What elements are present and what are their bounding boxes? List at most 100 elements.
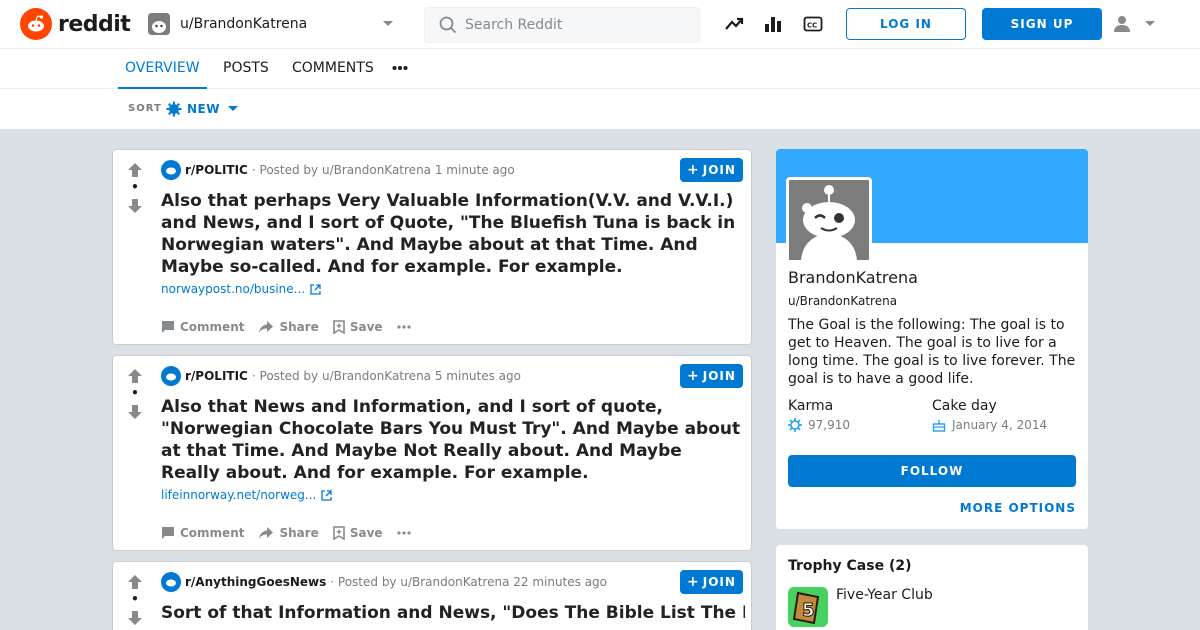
leaderboard-icon[interactable] — [763, 14, 783, 34]
karma-value-row: 97,910 — [788, 418, 850, 432]
share-label: Share — [279, 526, 319, 540]
sort-bar: SORT NEW — [0, 89, 1200, 129]
post-link-text: lifeinnorway.net/norweg... — [161, 488, 317, 502]
more-options-icon[interactable] — [396, 531, 411, 535]
share-label: Share — [279, 320, 319, 334]
snoo-avatar-icon — [789, 180, 869, 260]
more-options-button[interactable]: MORE OPTIONS — [960, 501, 1076, 515]
post-meta: r/POLITIC · Posted by u/BrandonKatrena 5… — [161, 366, 521, 386]
cake-day-stat: Cake day January 4, 2014 — [932, 398, 1047, 432]
upvote-icon[interactable] — [127, 162, 143, 178]
login-button[interactable]: LOG IN — [846, 8, 966, 40]
post-card[interactable]: • r/POLITIC · Posted by u/BrandonKatrena… — [112, 355, 752, 551]
chevron-down-icon — [1145, 21, 1155, 26]
subreddit-icon[interactable] — [161, 366, 181, 386]
post-meta-text: · Posted by u/BrandonKatrena 5 minutes a… — [251, 369, 521, 383]
post-title[interactable]: Sort of that Information and News, "Does… — [161, 602, 745, 624]
reddit-alien-icon — [20, 8, 52, 40]
signup-button[interactable]: SIGN UP — [982, 8, 1102, 40]
karma-stat: Karma 97,910 — [788, 398, 850, 432]
post-title[interactable]: Also that perhaps Very Valuable Informat… — [161, 190, 745, 278]
reddit-logo[interactable]: reddit — [20, 8, 131, 40]
join-label: JOIN — [702, 163, 736, 177]
search-box[interactable] — [424, 7, 700, 43]
join-button[interactable]: + JOIN — [680, 364, 743, 388]
post-meta-text: · Posted by u/BrandonKatrena 22 minutes … — [330, 575, 608, 589]
vote-score: • — [131, 592, 139, 606]
plus-icon: + — [687, 368, 700, 384]
karma-value: 97,910 — [808, 418, 850, 432]
user-menu-button[interactable] — [1112, 12, 1162, 36]
top-header: reddit u/BrandonKatrena CC LOG IN SIGN U… — [0, 0, 1200, 49]
subreddit-link[interactable]: r/AnythingGoesNews — [185, 575, 326, 589]
chevron-down-icon — [227, 106, 238, 111]
profile-username: u/BrandonKatrena — [788, 294, 898, 308]
trending-icon[interactable] — [724, 14, 744, 34]
post-link[interactable]: lifeinnorway.net/norweg... — [161, 488, 332, 502]
join-button[interactable]: + JOIN — [680, 158, 743, 182]
logo-text: reddit — [58, 11, 131, 37]
comment-label: Comment — [180, 526, 245, 540]
downvote-icon[interactable] — [127, 198, 143, 214]
comment-button[interactable]: Comment — [161, 526, 244, 540]
closed-captions-icon[interactable]: CC — [803, 14, 823, 34]
sort-dropdown[interactable]: NEW — [166, 101, 238, 117]
comment-button[interactable]: Comment — [161, 320, 244, 334]
post-meta: r/POLITIC · Posted by u/BrandonKatrena 1… — [161, 160, 515, 180]
trophy-case: Trophy Case (2) 5 Five-Year Club — [776, 545, 1088, 630]
profile-avatar — [786, 177, 872, 263]
chevron-down-icon — [383, 21, 393, 26]
profile-card: BrandonKatrena u/BrandonKatrena The Goal… — [776, 149, 1088, 529]
downvote-icon[interactable] — [127, 404, 143, 420]
post-meta: r/AnythingGoesNews · Posted by u/Brandon… — [161, 572, 607, 592]
subreddit-link[interactable]: r/POLITIC — [185, 163, 248, 177]
tab-comments[interactable]: COMMENTS — [292, 49, 374, 89]
svg-text:CC: CC — [807, 22, 817, 30]
karma-icon — [788, 418, 802, 432]
more-tabs-icon[interactable] — [392, 65, 408, 71]
upvote-icon[interactable] — [127, 574, 143, 590]
plus-icon: + — [687, 162, 700, 178]
post-actions: Comment Share Save — [161, 526, 411, 540]
post-link-text: norwaypost.no/busine... — [161, 282, 306, 296]
post-link[interactable]: norwaypost.no/busine... — [161, 282, 321, 296]
search-icon — [439, 16, 457, 34]
tab-posts[interactable]: POSTS — [223, 49, 269, 89]
trophy-name: Five-Year Club — [836, 587, 933, 603]
external-link-icon — [321, 489, 332, 501]
tab-overview[interactable]: OVERVIEW — [118, 49, 207, 89]
subreddit-link[interactable]: r/POLITIC — [185, 369, 248, 383]
trophy-item[interactable]: 5 Five-Year Club — [788, 587, 933, 627]
save-button[interactable]: Save — [333, 526, 383, 540]
user-dropdown-label: u/BrandonKatrena — [180, 16, 308, 32]
more-options-icon[interactable] — [396, 325, 411, 329]
join-button[interactable]: + JOIN — [680, 570, 743, 594]
plus-icon: + — [687, 574, 700, 590]
join-label: JOIN — [702, 369, 736, 383]
follow-button[interactable]: FOLLOW — [788, 455, 1076, 487]
sort-value: NEW — [187, 102, 220, 116]
post-title[interactable]: Also that News and Information, and I so… — [161, 396, 745, 484]
cake-day-value-row: January 4, 2014 — [932, 418, 1047, 432]
subreddit-icon[interactable] — [161, 572, 181, 592]
share-icon — [259, 527, 274, 539]
save-button[interactable]: Save — [333, 320, 383, 334]
post-card[interactable]: • r/AnythingGoesNews · Posted by u/Brand… — [112, 561, 752, 630]
user-dropdown[interactable]: u/BrandonKatrena — [140, 8, 402, 40]
post-card[interactable]: • r/POLITIC · Posted by u/BrandonKatrena… — [112, 149, 752, 345]
vote-score: • — [131, 386, 139, 400]
vote-column: • — [125, 368, 145, 420]
karma-label: Karma — [788, 398, 834, 414]
search-input[interactable] — [465, 17, 685, 33]
upvote-icon[interactable] — [127, 368, 143, 384]
share-button[interactable]: Share — [258, 526, 319, 540]
subreddit-icon[interactable] — [161, 160, 181, 180]
svg-text:5: 5 — [802, 600, 815, 621]
comment-label: Comment — [180, 320, 245, 334]
comment-icon — [162, 321, 174, 333]
downvote-icon[interactable] — [127, 610, 143, 626]
share-button[interactable]: Share — [258, 320, 319, 334]
post-meta-text: · Posted by u/BrandonKatrena 1 minute ag… — [251, 163, 515, 177]
user-avatar-icon — [148, 13, 170, 35]
profile-tabs: OVERVIEW POSTS COMMENTS — [0, 49, 1200, 89]
